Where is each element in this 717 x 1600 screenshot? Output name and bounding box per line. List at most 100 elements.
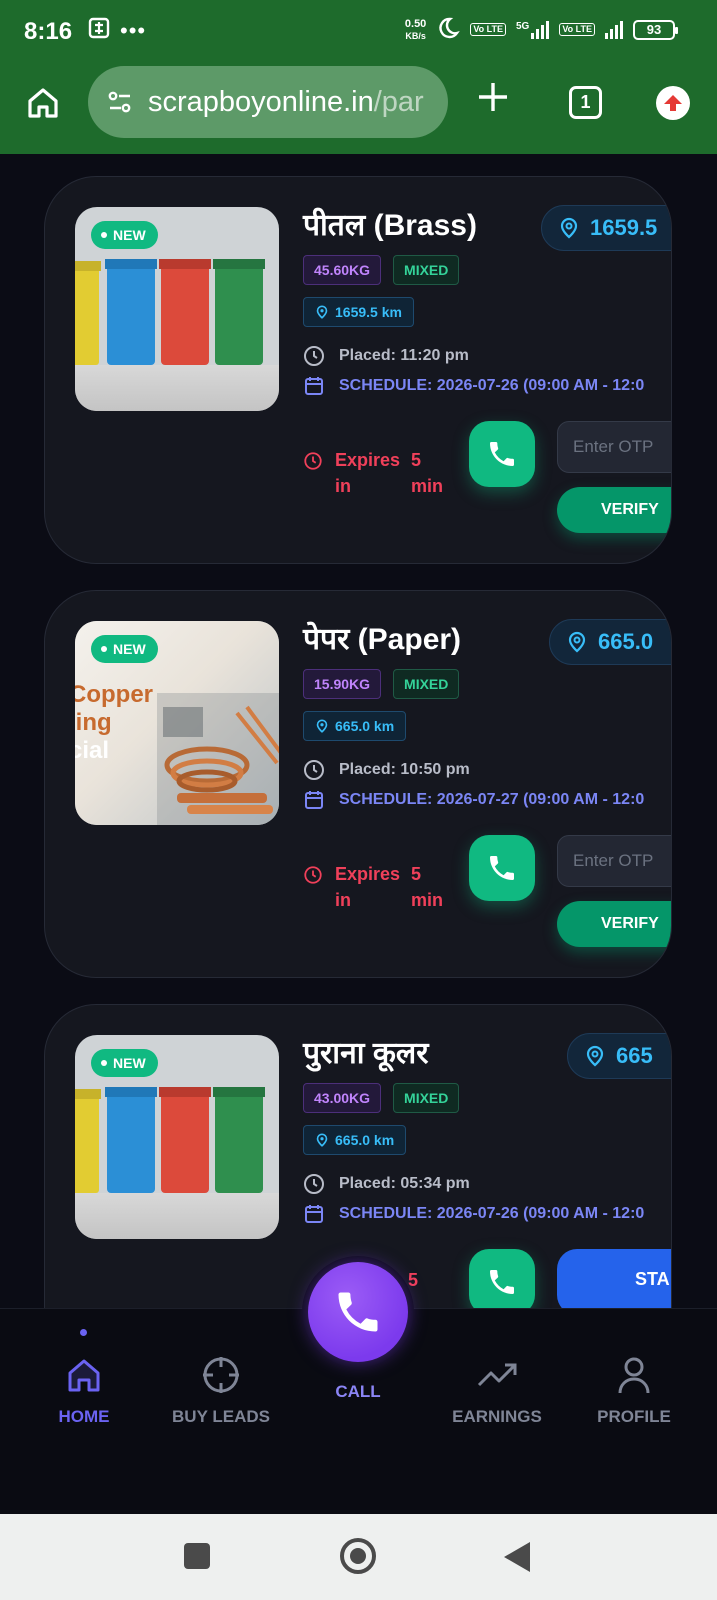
calendar-icon bbox=[305, 1205, 323, 1223]
call-customer-button[interactable] bbox=[469, 421, 535, 487]
phone-icon bbox=[338, 1292, 378, 1332]
browser-toolbar: scrapboyonline.in/par 1 bbox=[0, 62, 717, 154]
clock-icon bbox=[304, 346, 324, 366]
clock-icon bbox=[304, 1174, 324, 1194]
lead-title: पेपर (Paper) bbox=[303, 623, 462, 656]
moon-icon bbox=[436, 16, 461, 43]
expires-timer: Expires in 5 min bbox=[303, 861, 451, 913]
crosshair-icon bbox=[203, 1357, 239, 1393]
signal-bars-icon-2 bbox=[605, 20, 623, 39]
volte-badge-2: Vo LTE bbox=[559, 23, 595, 36]
image-text-2: ling bbox=[75, 709, 112, 736]
schedule: SCHEDULE: 2026-07-27 (09:00 AM - 12:0 bbox=[303, 789, 644, 811]
nav-home[interactable]: HOME bbox=[14, 1309, 154, 1427]
waste-bins-image bbox=[75, 1085, 279, 1195]
browser-home-button[interactable] bbox=[24, 84, 62, 122]
distance-tag: 665.0 km bbox=[303, 711, 407, 741]
new-badge: NEW bbox=[91, 221, 158, 249]
signal-bars-icon bbox=[531, 20, 550, 39]
lead-image: NEW bbox=[75, 207, 279, 411]
more-notifications-icon: ••• bbox=[120, 18, 147, 43]
phone-icon bbox=[490, 442, 514, 466]
lead-title: पुराना कूलर bbox=[303, 1037, 429, 1070]
phone-icon bbox=[490, 1270, 514, 1294]
lead-card[interactable]: Copper ling cial NEW पेपर (Paper) 665.0 … bbox=[44, 590, 672, 978]
copper-coils-graphic bbox=[157, 693, 279, 825]
weight-tag: 15.90KG bbox=[303, 669, 382, 699]
trending-up-icon bbox=[477, 1363, 517, 1387]
location-pin-icon bbox=[316, 305, 328, 319]
location-pin-icon bbox=[568, 631, 586, 653]
otp-input[interactable] bbox=[557, 835, 671, 887]
nav-profile[interactable]: PROFILE bbox=[564, 1309, 704, 1427]
image-text-3: cial bbox=[75, 737, 110, 764]
distance-pill[interactable]: 1659.5 bbox=[541, 205, 671, 251]
location-pin-icon bbox=[316, 1133, 328, 1147]
category-tag: MIXED bbox=[393, 255, 460, 285]
floor bbox=[75, 365, 279, 411]
recents-button[interactable] bbox=[184, 1543, 210, 1569]
status-notification-icons: ••• bbox=[88, 17, 146, 45]
tag-row: 45.60KG MIXED bbox=[303, 255, 460, 285]
floor bbox=[75, 1193, 279, 1239]
call-label: CALL bbox=[335, 1382, 381, 1401]
verify-button[interactable]: VERIFY bbox=[557, 901, 671, 947]
timer-icon bbox=[304, 866, 322, 884]
lead-image: NEW bbox=[75, 1035, 279, 1239]
lead-image: Copper ling cial NEW bbox=[75, 621, 279, 825]
home-system-button[interactable] bbox=[340, 1538, 376, 1574]
nav-earnings[interactable]: EARNINGS bbox=[427, 1309, 567, 1427]
image-text-1: Copper bbox=[75, 681, 153, 708]
site-settings-icon[interactable] bbox=[106, 88, 134, 116]
category-tag: MIXED bbox=[393, 1083, 460, 1113]
weight-tag: 45.60KG bbox=[303, 255, 382, 285]
call-fab-button[interactable] bbox=[302, 1256, 414, 1368]
nav-buy-leads[interactable]: BUY LEADS bbox=[151, 1309, 291, 1427]
home-icon bbox=[68, 1359, 100, 1392]
home-icon bbox=[28, 88, 58, 118]
system-navigation-bar bbox=[0, 1514, 717, 1600]
net-speed: 0.50 KB/s bbox=[404, 17, 427, 41]
back-button[interactable] bbox=[504, 1542, 530, 1572]
lead-card[interactable]: NEW पीतल (Brass) 1659.5 45.60KG MIXED 16… bbox=[44, 176, 672, 564]
status-time: 8:16 bbox=[24, 18, 73, 45]
signal-1: 5G bbox=[516, 20, 550, 39]
user-icon bbox=[618, 1357, 650, 1394]
volte-badge-1: Vo LTE bbox=[470, 23, 506, 36]
address-bar[interactable]: scrapboyonline.in/par bbox=[88, 66, 448, 138]
start-button[interactable]: STA bbox=[557, 1249, 671, 1308]
placed-time: Placed: 05:34 pm bbox=[303, 1173, 470, 1195]
new-badge: NEW bbox=[91, 635, 158, 663]
tab-switcher-button[interactable]: 1 bbox=[569, 86, 602, 119]
call-customer-button[interactable] bbox=[469, 835, 535, 901]
schedule: SCHEDULE: 2026-07-26 (09:00 AM - 12:0 bbox=[303, 375, 644, 397]
new-tab-button[interactable] bbox=[476, 80, 510, 120]
calendar-icon bbox=[305, 791, 323, 809]
weight-tag: 43.00KG bbox=[303, 1083, 382, 1113]
expires-timer: Expires in 5 min bbox=[303, 447, 451, 499]
tag-row: 15.90KG MIXED bbox=[303, 669, 460, 699]
timer-icon bbox=[304, 452, 322, 470]
distance-tag: 1659.5 km bbox=[303, 297, 414, 327]
otp-input[interactable] bbox=[557, 421, 671, 473]
waste-bins-image bbox=[75, 257, 279, 367]
category-tag: MIXED bbox=[393, 669, 460, 699]
distance-pill[interactable]: 665.0 bbox=[549, 619, 671, 665]
lead-title: पीतल (Brass) bbox=[303, 209, 477, 242]
call-customer-button[interactable] bbox=[469, 1249, 535, 1308]
new-badge: NEW bbox=[91, 1049, 158, 1077]
distance-pill[interactable]: 665 bbox=[567, 1033, 671, 1079]
tag-row: 43.00KG MIXED bbox=[303, 1083, 460, 1113]
distance-tag: 665.0 km bbox=[303, 1125, 407, 1155]
schedule: SCHEDULE: 2026-07-26 (09:00 AM - 12:0 bbox=[303, 1203, 644, 1225]
app-notification-icon bbox=[88, 17, 110, 45]
placed-time: Placed: 11:20 pm bbox=[303, 345, 469, 367]
placed-time: Placed: 10:50 pm bbox=[303, 759, 470, 781]
verify-button[interactable]: VERIFY bbox=[557, 487, 671, 533]
clock-icon bbox=[304, 760, 324, 780]
calendar-icon bbox=[305, 377, 323, 395]
update-button[interactable] bbox=[656, 86, 690, 120]
status-right-icons: 0.50 KB/s Vo LTE 5G Vo LTE 93 bbox=[404, 16, 678, 43]
url-text[interactable]: scrapboyonline.in/par bbox=[148, 86, 424, 119]
call-fab-inner[interactable] bbox=[308, 1262, 408, 1362]
